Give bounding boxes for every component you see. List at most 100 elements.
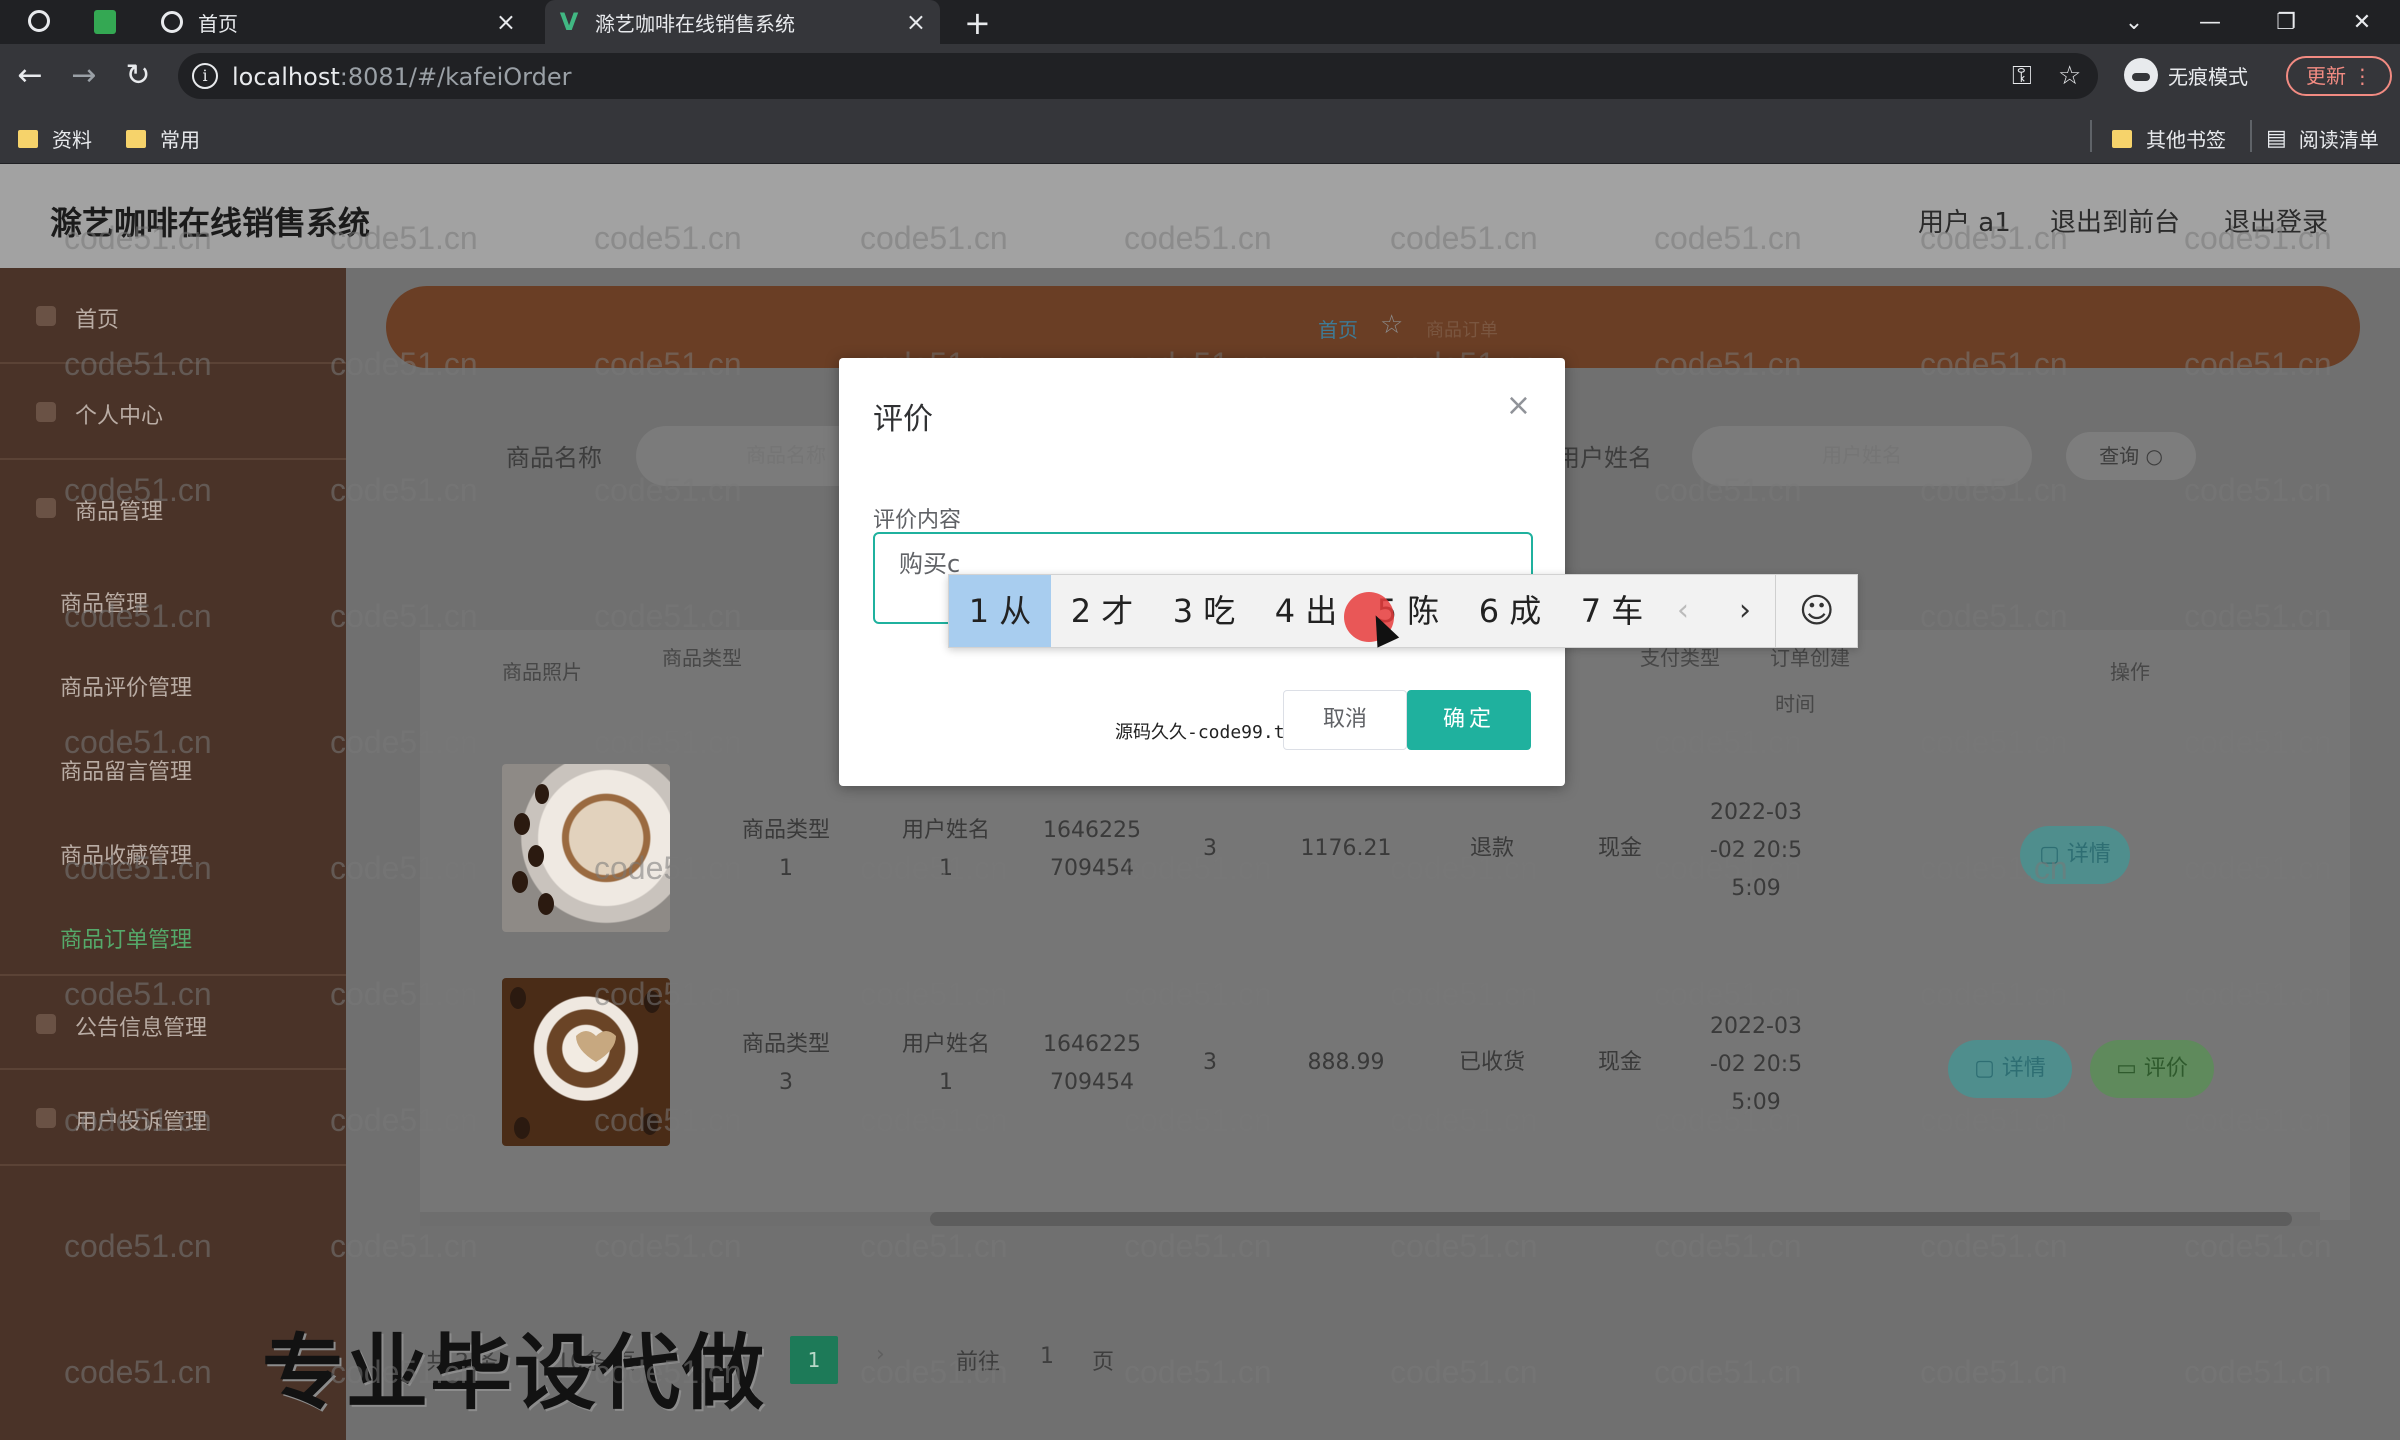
sidebar-item-products[interactable]: 商品管理 bbox=[0, 460, 346, 556]
review-button[interactable]: ▭ 评价 bbox=[2090, 1040, 2214, 1098]
sidebar-sub-favorites[interactable]: 商品收藏管理 bbox=[60, 838, 192, 870]
user-name-cell: 用户姓名 1 bbox=[886, 1026, 1006, 1102]
sidebar-sub-products[interactable]: 商品管理 bbox=[60, 586, 148, 618]
detail-icon: ▢ bbox=[1974, 1056, 2002, 1081]
ime-candidate[interactable]: 3 吃 bbox=[1153, 575, 1255, 647]
sidebar-item-announcements[interactable]: 公告信息管理 bbox=[0, 974, 346, 1070]
product-type-cell: 商品类型 1 bbox=[726, 812, 846, 888]
new-tab-button[interactable]: + bbox=[964, 4, 991, 42]
scrollbar-thumb[interactable] bbox=[930, 1212, 2292, 1226]
user-name-input[interactable] bbox=[1692, 426, 2032, 486]
ime-candidate[interactable]: 6 成 bbox=[1459, 575, 1561, 647]
forward-icon[interactable]: → bbox=[66, 58, 102, 94]
goto-input[interactable]: 1 bbox=[1040, 1344, 1054, 1369]
cancel-button[interactable]: 取消 bbox=[1283, 690, 1407, 750]
update-label: 更新 bbox=[2306, 64, 2346, 88]
created-time-cell: 2022-03 -02 20:5 5:09 bbox=[1696, 794, 1816, 908]
breadcrumb-home[interactable]: 首页 bbox=[1318, 314, 1358, 343]
key-icon[interactable]: ⚿ bbox=[2012, 61, 2032, 92]
detail-button[interactable]: ▢ 详情 bbox=[2020, 826, 2130, 884]
cell-text: 用户姓名 bbox=[901, 1032, 990, 1057]
tab-home[interactable]: 首页 × bbox=[150, 0, 530, 44]
page-number-current[interactable]: 1 bbox=[790, 1336, 838, 1384]
cell-text: 1 bbox=[939, 1070, 953, 1095]
bookmark-label: 常用 bbox=[160, 128, 200, 152]
button-label: 评价 bbox=[2143, 1056, 2188, 1081]
folder-icon bbox=[126, 129, 146, 148]
cell-text: 商品类型 bbox=[741, 1032, 830, 1057]
restore-icon[interactable]: ❐ bbox=[2248, 10, 2324, 35]
close-icon[interactable]: × bbox=[496, 8, 516, 36]
confirm-button[interactable]: 确定 bbox=[1407, 690, 1531, 750]
tab-label: 滁艺咖啡在线销售系统 bbox=[595, 11, 795, 36]
reload-icon[interactable]: ↻ bbox=[120, 58, 156, 94]
site-info-icon[interactable]: i bbox=[192, 63, 218, 89]
query-button[interactable]: 查询 ○ bbox=[2066, 432, 2196, 480]
ime-candidate-bar: 1 从 2 才 3 吃 4 出 5 陈 6 成 7 车 ‹ › ☺ bbox=[948, 574, 1858, 648]
pay-type-cell: 现金 bbox=[1597, 1050, 1642, 1075]
sidebar-item-complaints[interactable]: 用户投诉管理 bbox=[0, 1070, 346, 1166]
close-icon[interactable]: × bbox=[1506, 388, 1531, 423]
cell-text: 1 bbox=[939, 856, 953, 881]
sidebar-sub-reviews[interactable]: 商品评价管理 bbox=[60, 670, 192, 702]
back-icon[interactable]: ← bbox=[12, 58, 48, 94]
app-icon[interactable] bbox=[94, 10, 116, 34]
logout-link[interactable]: 退出登录 bbox=[2224, 202, 2328, 239]
sidebar-item-profile[interactable]: 个人中心 bbox=[0, 364, 346, 460]
cell-text: 2022-03 bbox=[1710, 800, 1802, 825]
product-type-cell: 商品类型 3 bbox=[726, 1026, 846, 1102]
reading-list-icon: ▤ bbox=[2266, 126, 2287, 151]
horizontal-scrollbar[interactable] bbox=[420, 1212, 2320, 1226]
detail-button[interactable]: ▢ 详情 bbox=[1948, 1040, 2072, 1098]
button-label: 详情 bbox=[2001, 1056, 2046, 1081]
created-time-cell: 2022-03 -02 20:5 5:09 bbox=[1696, 1008, 1816, 1122]
update-button[interactable]: 更新 ⋮ bbox=[2286, 56, 2392, 96]
review-icon: ▭ bbox=[2116, 1056, 2144, 1081]
order-number-cell: 1646225 709454 bbox=[1032, 1026, 1152, 1102]
front-link[interactable]: 退出到前台 bbox=[2050, 202, 2180, 239]
browser-toolbar: ← → ↻ i localhost:8081/#/kafeiOrder ⚿ ☆ … bbox=[0, 44, 2400, 108]
url-path: :8081/#/kafeiOrder bbox=[339, 63, 572, 91]
sidebar-item-label: 用户投诉管理 bbox=[75, 1110, 208, 1135]
browser-menu-icon[interactable] bbox=[28, 10, 50, 32]
address-bar[interactable]: i localhost:8081/#/kafeiOrder ⚿ ☆ bbox=[178, 53, 2098, 99]
minimize-icon[interactable]: — bbox=[2172, 10, 2248, 35]
emoji-icon[interactable]: ☺ bbox=[1799, 575, 1834, 647]
status-cell: 退款 bbox=[1469, 836, 1514, 861]
url-text: localhost:8081/#/kafeiOrder bbox=[232, 63, 571, 91]
page-suffix: 页 bbox=[1092, 1350, 1115, 1375]
ime-candidate[interactable]: 4 出 bbox=[1255, 575, 1357, 647]
column-header: 时间 bbox=[1775, 692, 1815, 716]
cell-text: 1646225 bbox=[1043, 1032, 1141, 1057]
incognito-indicator[interactable]: 无痕模式 bbox=[2124, 58, 2248, 92]
close-window-icon[interactable]: ✕ bbox=[2324, 10, 2400, 35]
next-page-icon[interactable]: › bbox=[876, 1342, 885, 1367]
cell-text: 1 bbox=[779, 856, 793, 881]
tab-coffee-system[interactable]: V 滁艺咖啡在线销售系统 × bbox=[545, 0, 940, 44]
detail-icon: ▢ bbox=[2039, 842, 2067, 867]
user-label: 用户 a1 bbox=[1918, 208, 2011, 238]
ime-prev-icon[interactable]: ‹ bbox=[1677, 575, 1689, 647]
cell-text: -02 20:5 bbox=[1709, 1052, 1803, 1077]
order-number-cell: 1646225 709454 bbox=[1032, 812, 1152, 888]
star-icon: ☆ bbox=[1380, 310, 1404, 340]
sidebar-sub-messages[interactable]: 商品留言管理 bbox=[60, 754, 192, 786]
close-icon[interactable]: × bbox=[906, 8, 926, 36]
amount-cell: 888.99 bbox=[1307, 1050, 1385, 1075]
bookmark-folder[interactable]: 其他书签 bbox=[2112, 124, 2226, 153]
tab-search-icon[interactable]: ⌄ bbox=[2096, 10, 2172, 35]
vue-icon: V bbox=[559, 8, 579, 36]
bookmark-folder[interactable]: 资料 bbox=[18, 124, 92, 153]
bookmark-folder[interactable]: 常用 bbox=[126, 124, 200, 153]
sidebar-item-home[interactable]: 首页 bbox=[0, 268, 346, 364]
ime-next-icon[interactable]: › bbox=[1739, 575, 1751, 647]
sidebar-sub-orders[interactable]: 商品订单管理 bbox=[60, 922, 192, 954]
reading-list[interactable]: ▤ 阅读清单 bbox=[2266, 124, 2379, 153]
ime-candidate[interactable]: 2 才 bbox=[1051, 575, 1153, 647]
site-header: 滁艺咖啡在线销售系统 用户 a1 退出到前台 退出登录 bbox=[0, 164, 2400, 268]
ime-candidate[interactable]: 1 从 bbox=[949, 575, 1051, 647]
overlay-caption: 专业毕设代做 bbox=[262, 1325, 767, 1421]
ime-candidate[interactable]: 7 车 bbox=[1561, 575, 1663, 647]
sidebar-item-label: 首页 bbox=[75, 308, 120, 333]
bookmark-star-icon[interactable]: ☆ bbox=[2058, 61, 2081, 91]
